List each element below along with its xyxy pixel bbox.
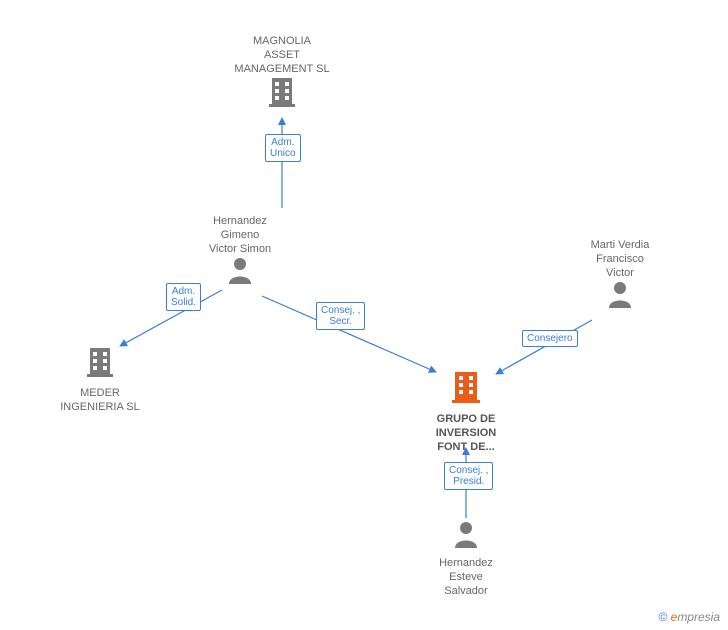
edge-label-consej-presid: Consej. ,Presid. bbox=[444, 462, 493, 490]
building-icon bbox=[85, 346, 115, 382]
node-label: HernandezGimenoVictor Simon bbox=[180, 214, 300, 256]
node-label: HernandezEsteveSalvador bbox=[406, 556, 526, 598]
node-label: MAGNOLIAASSETMANAGEMENT SL bbox=[222, 34, 342, 76]
building-icon bbox=[450, 370, 482, 408]
node-grupo[interactable]: GRUPO DEINVERSIONFONT DE... bbox=[406, 370, 526, 454]
building-icon bbox=[267, 76, 297, 112]
person-icon bbox=[227, 256, 253, 288]
edge-label-consej-secr: Consej. ,Secr. bbox=[316, 302, 365, 330]
brand-name: empresia bbox=[671, 610, 720, 624]
node-magnolia[interactable]: MAGNOLIAASSETMANAGEMENT SL bbox=[222, 30, 342, 112]
brand-rest: mpresia bbox=[677, 610, 720, 624]
edge-label-consejero: Consejero bbox=[522, 330, 578, 347]
node-label: MEDERINGENIERIA SL bbox=[40, 386, 160, 414]
watermark: © empresia bbox=[658, 610, 720, 624]
node-meder[interactable]: MEDERINGENIERIA SL bbox=[40, 346, 160, 414]
node-marti-verdia[interactable]: Marti VerdiaFranciscoVictor bbox=[560, 234, 680, 312]
copyright-symbol: © bbox=[658, 610, 667, 624]
node-hernandez-gimeno[interactable]: HernandezGimenoVictor Simon bbox=[180, 210, 300, 288]
person-icon bbox=[607, 280, 633, 312]
edge-label-adm-unico: Adm.Unico bbox=[265, 134, 301, 162]
node-label: Marti VerdiaFranciscoVictor bbox=[560, 238, 680, 280]
node-hernandez-esteve[interactable]: HernandezEsteveSalvador bbox=[406, 520, 526, 598]
node-label: GRUPO DEINVERSIONFONT DE... bbox=[406, 412, 526, 454]
person-icon bbox=[453, 520, 479, 552]
diagram-canvas: Adm.Unico Adm.Solid. Consej. ,Secr. Cons… bbox=[0, 0, 728, 630]
edge-consejero bbox=[496, 320, 592, 374]
